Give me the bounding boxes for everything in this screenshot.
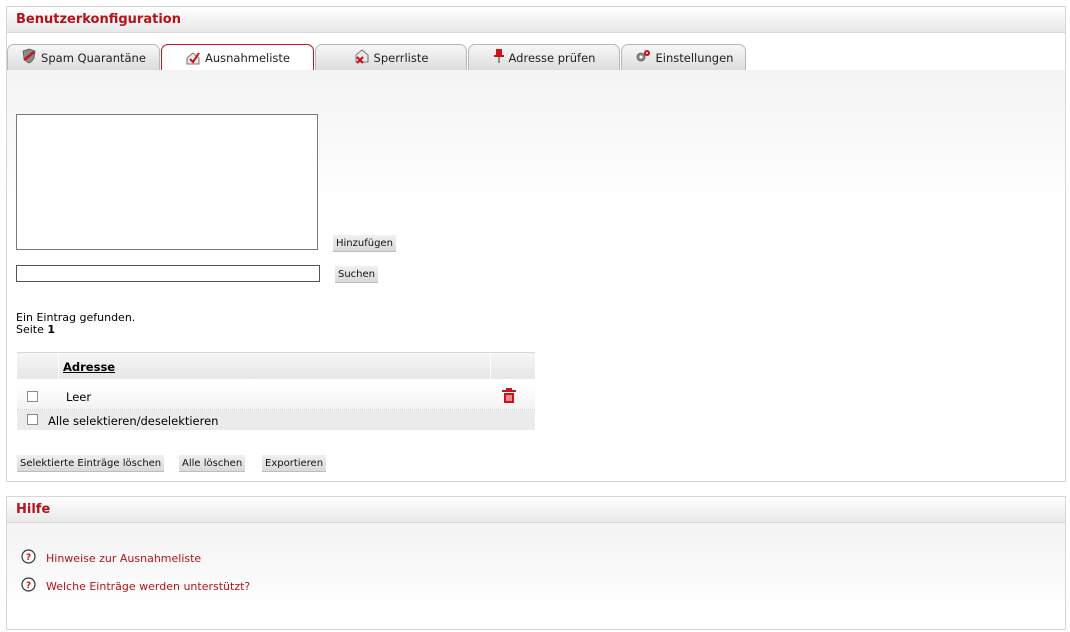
table-row: Leer [17, 385, 535, 410]
tab-check-address[interactable]: Adresse prüfen [468, 44, 620, 70]
help-circle-icon: ? [21, 577, 36, 595]
page-number: 1 [47, 323, 56, 336]
table-header: Adresse [17, 352, 535, 379]
select-all-label[interactable]: Alle selektieren/deselektieren [48, 414, 218, 428]
pin-icon [493, 48, 505, 67]
entries-textarea[interactable] [16, 114, 318, 250]
search-input[interactable] [16, 265, 320, 282]
search-button[interactable]: Suchen [335, 266, 379, 283]
help-body: ? Hinweise zur Ausnahmeliste ? Welche Ei… [7, 523, 1065, 629]
whitelist-check-icon [185, 49, 201, 68]
help-panel-title: Hilfe [7, 497, 1065, 523]
gear-icon [634, 49, 652, 66]
result-info: Ein Eintrag gefunden. Seite 1 [16, 312, 135, 336]
tab-spam-quarantine[interactable]: Spam Quarantäne [7, 44, 160, 70]
tab-label: Einstellungen [655, 50, 734, 65]
row-checkbox[interactable] [27, 391, 38, 402]
page-label: Seite [16, 323, 44, 336]
tab-label: Adresse prüfen [508, 50, 596, 65]
config-panel-title: Benutzerkonfiguration [7, 7, 1065, 33]
tab-label: Sperrliste [373, 50, 429, 65]
help-link-exception-list[interactable]: ? Hinweise zur Ausnahmeliste [21, 549, 201, 567]
help-circle-icon: ? [21, 549, 36, 567]
column-header-address[interactable]: Adresse [59, 353, 491, 379]
shield-icon [21, 48, 37, 67]
select-all-checkbox[interactable] [27, 414, 38, 425]
help-panel: Hilfe ? Hinweise zur Ausnahmeliste ? Wel… [6, 496, 1066, 630]
svg-text:?: ? [26, 553, 31, 563]
page-indicator: Seite 1 [16, 324, 135, 336]
help-link-label: Welche Einträge werden unterstützt? [46, 579, 251, 593]
tab-label: Spam Quarantäne [41, 50, 146, 65]
tab-blacklist[interactable]: Sperrliste [315, 44, 467, 70]
address-table: Adresse Leer Alle selektieren/deselektie… [17, 352, 535, 430]
select-all-row: Alle selektieren/deselektieren [17, 410, 535, 430]
delete-all-button[interactable]: Alle löschen [179, 455, 246, 472]
blacklist-x-icon [354, 48, 370, 67]
row-address: Leer [66, 390, 92, 404]
config-panel: Benutzerkonfiguration Spam Quarantäne Au… [6, 6, 1066, 482]
tab-label: Ausnahmeliste [204, 51, 290, 65]
add-button[interactable]: Hinzufügen [333, 235, 396, 252]
tab-exception-list[interactable]: Ausnahmeliste [161, 44, 314, 71]
svg-text:?: ? [26, 581, 31, 591]
exception-list-content: Hinzufügen Suchen Ein Eintrag gefunden. … [7, 70, 1065, 481]
tab-settings[interactable]: Einstellungen [621, 44, 746, 70]
help-link-label: Hinweise zur Ausnahmeliste [46, 551, 202, 565]
export-button[interactable]: Exportieren [262, 455, 327, 472]
trash-icon[interactable] [501, 387, 517, 407]
help-link-supported-entries[interactable]: ? Welche Einträge werden unterstützt? [21, 577, 250, 595]
delete-selected-button[interactable]: Selektierte Einträge löschen [17, 455, 165, 472]
